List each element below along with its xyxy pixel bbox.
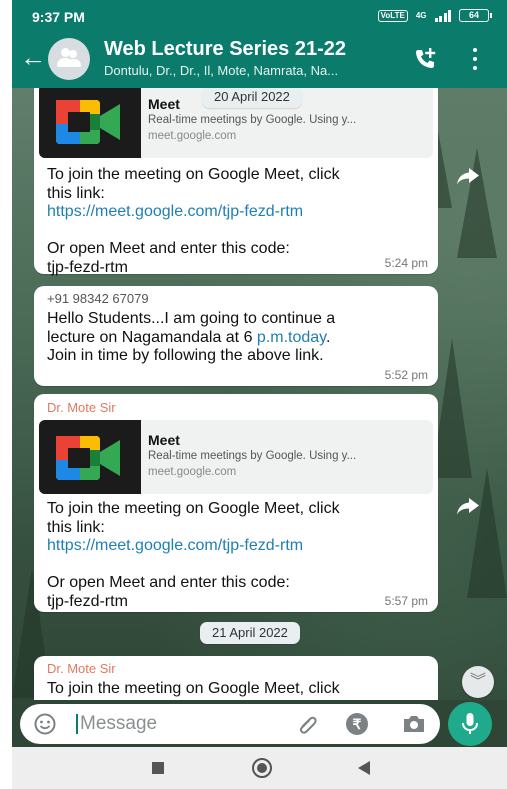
group-avatar[interactable] bbox=[48, 38, 90, 80]
chat-area[interactable]: Meet Real-time meetings by Google. Using… bbox=[12, 88, 507, 700]
preview-description: Real-time meetings by Google. Using y... bbox=[148, 114, 357, 126]
volte-icon: VoLTE bbox=[377, 9, 408, 22]
message-bubble[interactable]: +91 98342 67079 Hello Students...I am go… bbox=[34, 286, 438, 386]
top-bar: 9:37 PM VoLTE 4G 64 ← Web Lecture Series… bbox=[12, 0, 507, 88]
preview-url: meet.google.com bbox=[148, 466, 237, 478]
microphone-button[interactable] bbox=[448, 702, 492, 746]
signal-icon bbox=[434, 9, 451, 22]
phone-screen: 9:37 PM VoLTE 4G 64 ← Web Lecture Series… bbox=[12, 0, 507, 789]
google-meet-logo bbox=[39, 420, 141, 494]
system-nav-bar bbox=[12, 747, 507, 789]
text-caret bbox=[76, 714, 78, 734]
message-text: To join the meeting on Google Meet, clic… bbox=[47, 680, 340, 697]
message-bubble[interactable]: Dr. Mote Sir To join the meeting on Goog… bbox=[34, 656, 438, 700]
chat-title[interactable]: Web Lecture Series 21-22 bbox=[104, 38, 346, 61]
battery-icon: 64 bbox=[459, 9, 492, 22]
app-bar: ← Web Lecture Series 21-22 Dontulu, Dr.,… bbox=[12, 30, 507, 88]
message-bubble[interactable]: Meet Real-time meetings by Google. Using… bbox=[34, 88, 438, 277]
message-text: Hello Students...I am going to continue … bbox=[47, 310, 336, 364]
message-field[interactable]: Message ₹ bbox=[20, 704, 440, 744]
recent-apps-icon[interactable] bbox=[152, 762, 164, 774]
message-time: 5:57 pm bbox=[384, 594, 428, 608]
nav-back-icon[interactable] bbox=[358, 761, 370, 775]
date-chip: 20 April 2022 bbox=[202, 88, 302, 108]
back-arrow-icon[interactable]: ← bbox=[20, 44, 46, 70]
camera-icon[interactable] bbox=[402, 714, 426, 734]
home-icon[interactable] bbox=[252, 758, 272, 778]
sender-name[interactable]: Dr. Mote Sir bbox=[47, 400, 116, 415]
message-input[interactable]: Message bbox=[80, 713, 157, 735]
message-time: 5:52 pm bbox=[384, 368, 428, 382]
chat-participants[interactable]: Dontulu, Dr., Dr., Il, Mote, Namrata, Na… bbox=[104, 63, 338, 78]
link-preview[interactable]: Meet Real-time meetings by Google. Using… bbox=[39, 420, 433, 494]
google-meet-logo bbox=[39, 88, 141, 158]
scroll-down-button[interactable]: ︾ bbox=[462, 666, 494, 698]
preview-url: meet.google.com bbox=[148, 130, 237, 142]
rupee-icon[interactable]: ₹ bbox=[346, 713, 368, 735]
message-bubble[interactable]: Dr. Mote Sir Meet Real-time meetings by … bbox=[34, 394, 438, 612]
forward-icon[interactable] bbox=[452, 490, 484, 522]
date-chip: 21 April 2022 bbox=[200, 622, 300, 644]
paperclip-icon[interactable] bbox=[296, 713, 320, 737]
sender-phone[interactable]: +91 98342 67079 bbox=[47, 291, 149, 306]
sender-name[interactable]: Dr. Mote Sir bbox=[47, 661, 116, 676]
message-time: 5:24 pm bbox=[384, 256, 428, 270]
emoji-icon[interactable] bbox=[34, 713, 56, 735]
forward-icon[interactable] bbox=[452, 160, 484, 192]
network-type: 4G bbox=[415, 11, 427, 20]
meet-link[interactable]: https://meet.google.com/tjp-fezd-rtm bbox=[47, 537, 429, 556]
message-text: To join the meeting on Google Meet, clic… bbox=[47, 500, 429, 611]
microphone-icon bbox=[462, 713, 478, 734]
status-bar: 9:37 PM VoLTE 4G 64 bbox=[12, 0, 507, 30]
input-bar: Message ₹ bbox=[12, 700, 507, 747]
preview-description: Real-time meetings by Google. Using y... bbox=[148, 450, 357, 462]
preview-title: Meet bbox=[148, 96, 180, 112]
message-text: To join the meeting on Google Meet, clic… bbox=[47, 166, 429, 277]
preview-title: Meet bbox=[148, 432, 180, 448]
add-call-icon[interactable] bbox=[412, 46, 438, 72]
meet-link[interactable]: https://meet.google.com/tjp-fezd-rtm bbox=[47, 203, 429, 222]
status-icons: VoLTE 4G 64 bbox=[377, 9, 492, 22]
time-link[interactable]: p.m.today bbox=[257, 329, 326, 346]
more-vert-icon[interactable] bbox=[470, 48, 480, 70]
double-chevron-down-icon: ︾ bbox=[470, 673, 487, 690]
